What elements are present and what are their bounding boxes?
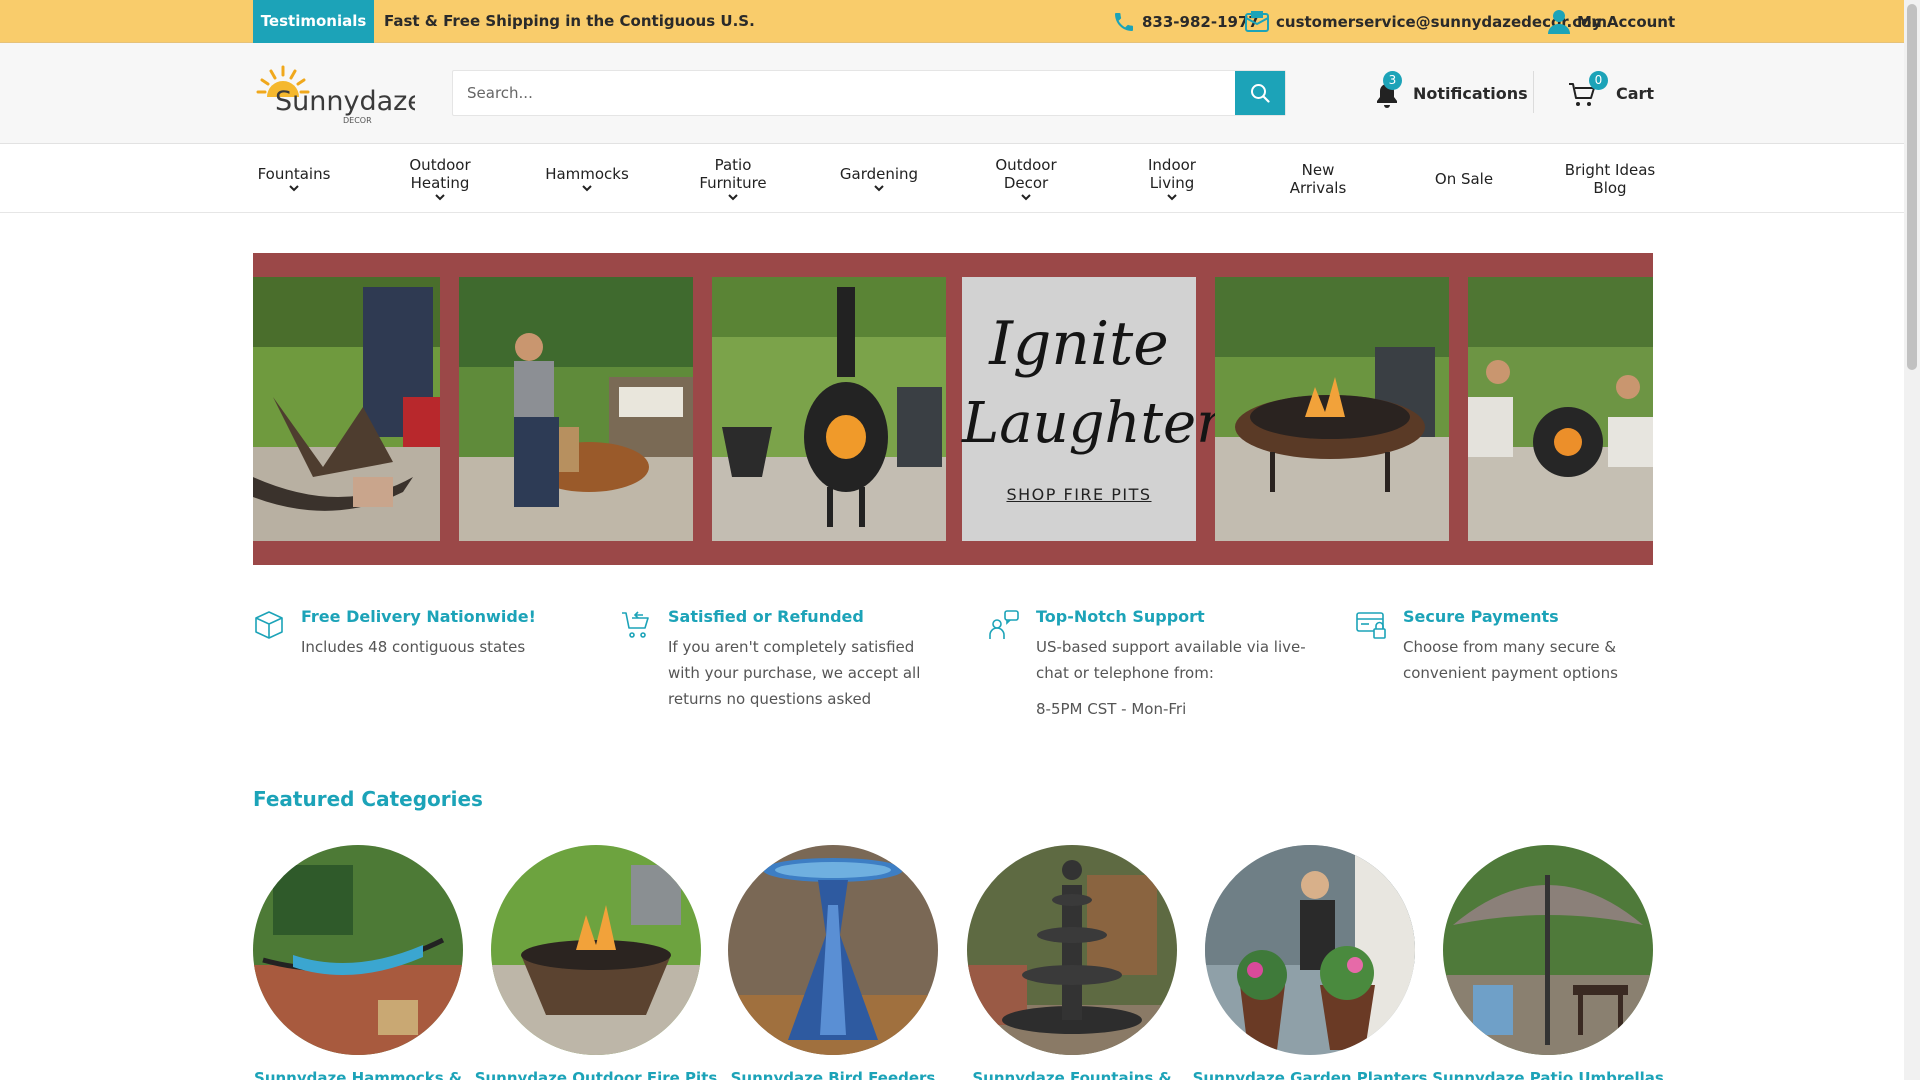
nav-item-label: Indoor Living — [1148, 156, 1196, 192]
category-garden-planters[interactable]: Sunnydaze Garden Planters — [1193, 845, 1427, 1080]
search-bar — [452, 70, 1286, 116]
nav-item-label: New Arrivals — [1289, 160, 1347, 197]
hero-photo-large-firepit — [1215, 277, 1449, 541]
cart-label: Cart — [1616, 83, 1655, 103]
feature-description: US-based support available via live-chat… — [1036, 638, 1306, 682]
feature-description: Choose from many secure & convenient pay… — [1403, 638, 1618, 682]
category-fountains[interactable]: Sunnydaze Fountains & — [967, 845, 1177, 1080]
feature-title: Top-Notch Support — [1036, 607, 1205, 626]
feature-title: Secure Payments — [1403, 607, 1559, 626]
support-hours: 8-5PM CST - Mon-Fri — [1036, 700, 1187, 718]
testimonials-link[interactable]: Testimonials — [253, 0, 374, 43]
chevron-down-icon — [728, 194, 738, 201]
hero-photo-chiminea — [712, 277, 946, 541]
feature-title: Free Delivery Nationwide! — [301, 607, 536, 626]
promo-headline-line2: Laughter — [962, 391, 1223, 456]
shipping-message: Fast & Free Shipping in the Contiguous U… — [384, 12, 755, 30]
chevron-down-icon — [582, 185, 592, 192]
category-name[interactable]: Sunnydaze Garden Planters — [1185, 1069, 1435, 1080]
notifications-button[interactable]: 3 Notifications — [1375, 71, 1528, 113]
nav-item-label: Gardening — [839, 165, 919, 183]
category-image[interactable] — [253, 845, 463, 1055]
envelope-icon — [1245, 10, 1269, 32]
my-account-label: My Account — [1577, 12, 1676, 31]
category-image[interactable] — [967, 845, 1177, 1055]
announcement-bar: Testimonials Fast & Free Shipping in the… — [0, 0, 1904, 43]
nav-item-bright-ideas-blog[interactable]: Bright Ideas Blog — [1545, 144, 1675, 213]
nav-item-new-arrivals[interactable]: New Arrivals — [1253, 144, 1383, 213]
nav-item-outdoor-heating[interactable]: Outdoor Heating — [375, 144, 505, 213]
cart-button[interactable]: 0 Cart — [1568, 71, 1655, 113]
hero-photo-man-firepit — [459, 277, 693, 541]
nav-item-label: On Sale — [1434, 169, 1494, 188]
nav-item-label: Hammocks — [545, 165, 629, 183]
hero-photo-firepit-chairs — [253, 277, 440, 541]
nav-item-fountains[interactable]: Fountains — [229, 144, 359, 213]
phone-icon — [1115, 12, 1133, 31]
category-name[interactable]: Sunnydaze Patio Umbrellas — [1423, 1069, 1673, 1080]
nav-item-gardening[interactable]: Gardening — [814, 144, 944, 213]
scrollbar-thumb[interactable] — [1907, 4, 1917, 370]
site-header: Sunnydaze DECOR 3 Notifications — [0, 43, 1904, 144]
vertical-scrollbar[interactable] — [1904, 0, 1920, 1080]
nav-item-indoor-living[interactable]: Indoor Living — [1107, 144, 1237, 213]
category-name[interactable]: Sunnydaze Bird Feeders — [708, 1069, 958, 1080]
notifications-label: Notifications — [1413, 83, 1528, 103]
nav-item-label: Fountains — [257, 165, 331, 183]
category-image[interactable] — [728, 845, 938, 1055]
featured-categories-heading: Featured Categories — [253, 787, 483, 811]
category-name[interactable]: Sunnydaze Hammocks & — [233, 1069, 483, 1080]
hero-banner[interactable]: Ignite Laughter SHOP FIRE PITS — [253, 253, 1653, 565]
search-button[interactable] — [1235, 71, 1285, 115]
header-divider — [1533, 71, 1534, 113]
credit-card-lock-icon — [1356, 612, 1386, 639]
category-name[interactable]: Sunnydaze Outdoor Fire Pits — [471, 1069, 721, 1080]
cart-badge: 0 — [1589, 71, 1608, 90]
main-nav: Fountains Outdoor Heating Hammocks Patio Fu… — [0, 144, 1904, 213]
category-patio-umbrellas[interactable]: Sunnydaze Patio Umbrellas — [1432, 845, 1664, 1080]
notifications-badge: 3 — [1383, 71, 1402, 90]
logo-subtitle: DECOR — [343, 116, 372, 125]
support-agent-icon — [989, 610, 1019, 639]
logo-wordmark: Sunnydaze — [275, 86, 415, 117]
hero-photo-sphere-firepit — [1468, 277, 1653, 541]
nav-item-on-sale[interactable]: On Sale — [1399, 144, 1529, 213]
nav-item-label: Outdoor Heating — [409, 156, 471, 192]
phone-link[interactable]: 833-982-1977 — [1112, 0, 1259, 43]
search-icon — [1251, 84, 1270, 103]
page: Testimonials Fast & Free Shipping in the… — [0, 0, 1904, 1080]
chevron-down-icon — [435, 194, 445, 201]
chevron-down-icon — [874, 185, 884, 192]
feature-description: If you aren't completely satisfied with … — [668, 638, 921, 708]
category-hammocks[interactable]: Sunnydaze Hammocks & — [253, 845, 463, 1080]
chevron-down-icon — [1167, 194, 1177, 201]
promo-tile[interactable]: Ignite Laughter SHOP FIRE PITS — [962, 277, 1223, 541]
category-fire-pits[interactable]: Sunnydaze Outdoor Fire Pits — [475, 845, 717, 1080]
chevron-down-icon — [289, 185, 299, 192]
nav-item-label: Bright Ideas Blog — [1564, 160, 1656, 197]
search-input[interactable] — [453, 71, 1236, 115]
promo-headline-line1: Ignite — [989, 309, 1169, 379]
nav-item-hammocks[interactable]: Hammocks — [522, 144, 652, 213]
feature-title: Satisfied or Refunded — [668, 607, 864, 626]
chevron-down-icon — [1021, 194, 1031, 201]
feature-description: Includes 48 contiguous states — [301, 638, 526, 656]
sunnydaze-logo[interactable]: Sunnydaze DECOR — [253, 63, 424, 125]
my-account-link[interactable]: My Account — [1547, 0, 1675, 43]
nav-item-label: Patio Furniture — [699, 156, 767, 192]
category-image[interactable] — [1205, 845, 1415, 1055]
nav-item-patio-furniture[interactable]: Patio Furniture — [668, 144, 798, 213]
box-icon — [255, 611, 283, 639]
user-icon — [1548, 9, 1570, 34]
phone-number: 833-982-1977 — [1142, 12, 1259, 31]
cart-return-icon — [622, 611, 649, 638]
shop-fire-pits-link[interactable]: SHOP FIRE PITS — [962, 485, 1196, 504]
category-image[interactable] — [491, 845, 701, 1055]
category-name[interactable]: Sunnydaze Fountains & — [947, 1069, 1197, 1080]
nav-item-label: Outdoor Decor — [995, 156, 1057, 192]
category-image[interactable] — [1443, 845, 1653, 1055]
category-bird-feeders[interactable]: Sunnydaze Bird Feeders — [728, 845, 938, 1080]
nav-item-outdoor-decor[interactable]: Outdoor Decor — [961, 144, 1091, 213]
